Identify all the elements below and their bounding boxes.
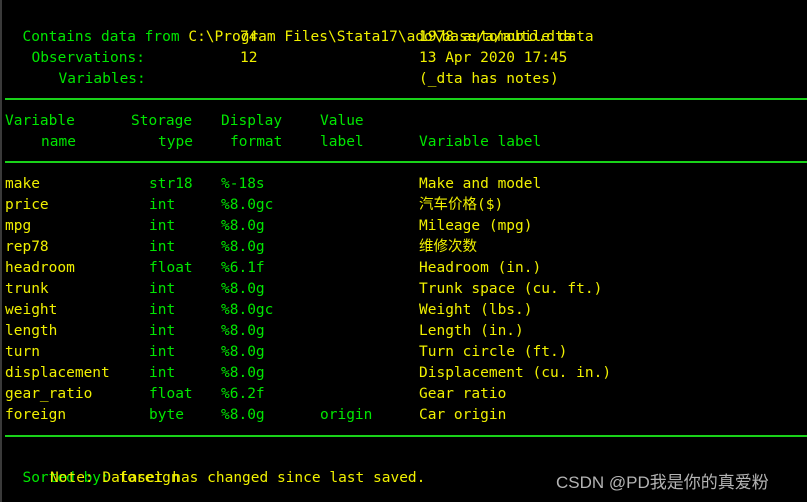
table-row: gear_ratio float %6.2f Gear ratio [0,384,807,405]
table-row: rep78 int %8.0g 维修次数 [0,237,807,258]
storage-type: float [149,260,193,276]
col-header-storage-2: type [158,134,193,150]
display-format: %8.0g [221,218,265,234]
notes-flag: (_dta has notes) [419,71,559,87]
table-row: displacement int %8.0g Displacement (cu. in… [0,363,807,384]
watermark: CSDN @PD我是你的真爱粉 [556,473,769,492]
variable-name: rep78 [5,239,49,255]
col-header-value-1: Value [320,113,364,129]
display-format: %6.2f [221,386,265,402]
variable-label: Weight (lbs.) [419,302,533,318]
storage-type: str18 [149,176,193,192]
display-format: %8.0gc [221,302,274,318]
divider-top [5,98,807,100]
display-format: %8.0g [221,281,265,297]
variable-name: price [5,197,49,213]
col-header-display-1: Display [221,113,283,129]
table-row: length int %8.0g Length (in.) [0,321,807,342]
table-row: trunk int %8.0g Trunk space (cu. ft.) [0,279,807,300]
timestamp: 13 Apr 2020 17:45 [419,50,568,66]
display-format: %8.0g [221,365,265,381]
col-header-variable-label: Variable label [419,134,542,150]
table-row: turn int %8.0g Turn circle (ft.) [0,342,807,363]
contains-line: Contains data from C:\Program Files\Stat… [5,6,572,45]
display-format: %8.0g [221,344,265,360]
storage-type: int [149,239,176,255]
storage-type: int [149,302,176,318]
value-label: origin [320,407,373,423]
storage-type: int [149,281,176,297]
dataset-label: 1978 automobile data [419,29,594,45]
variable-name: gear_ratio [5,386,93,402]
table-row: make str18 %-18s Make and model [0,174,807,195]
storage-type: byte [149,407,184,423]
variable-label: 维修次数 [419,239,477,255]
col-header-variable-2: name [41,134,76,150]
table-row: foreign byte %8.0g origin Car origin [0,405,807,426]
col-header-display-2: format [230,134,283,150]
storage-type: float [149,386,193,402]
storage-type: int [149,197,176,213]
display-format: %-18s [221,176,265,192]
variable-label: Mileage (mpg) [419,218,533,234]
variable-name: trunk [5,281,49,297]
observations-label-wrap: Observations: [14,27,145,66]
divider-bottom [5,435,807,437]
storage-type: int [149,344,176,360]
display-format: %8.0g [221,239,265,255]
variable-name: length [5,323,58,339]
variable-label: Headroom (in.) [419,260,542,276]
display-format: %6.1f [221,260,265,276]
col-header-storage-1: Storage [131,113,193,129]
variable-name: make [5,176,40,192]
variable-label: Displacement (cu. in.) [419,365,612,381]
dataset-changed-note: Note: Dataset has changed since last sav… [50,470,426,486]
variable-label: Turn circle (ft.) [419,344,568,360]
variables-label: Variables: [58,71,146,87]
table-row: headroom float %6.1f Headroom (in.) [0,258,807,279]
table-row: price int %8.0gc 汽车价格($) [0,195,807,216]
storage-type: int [149,218,176,234]
display-format: %8.0gc [221,197,274,213]
table-row: weight int %8.0gc Weight (lbs.) [0,300,807,321]
variables-value: 12 [240,50,258,66]
storage-type: int [149,323,176,339]
variable-label: Make and model [419,176,542,192]
display-format: %8.0g [221,407,265,423]
variable-name: turn [5,344,40,360]
display-format: %8.0g [221,323,265,339]
variable-label: Length (in.) [419,323,524,339]
variable-label: Gear ratio [419,386,507,402]
variable-name: headroom [5,260,75,276]
variable-name: displacement [5,365,110,381]
variable-name: foreign [5,407,67,423]
col-header-value-2: label [320,134,364,150]
table-row: mpg int %8.0g Mileage (mpg) [0,216,807,237]
storage-type: int [149,365,176,381]
col-header-variable-1: Variable [5,113,75,129]
variable-name: mpg [5,218,32,234]
observations-value: 74 [240,29,258,45]
sorted-line: Sorted by: foreign [5,447,179,486]
variables-label-wrap: Variables: [41,48,145,87]
divider-header [5,161,807,163]
variable-label: Car origin [419,407,507,423]
variable-name: weight [5,302,58,318]
variable-label: Trunk space (cu. ft.) [419,281,603,297]
variable-label: 汽车价格($) [419,197,504,213]
